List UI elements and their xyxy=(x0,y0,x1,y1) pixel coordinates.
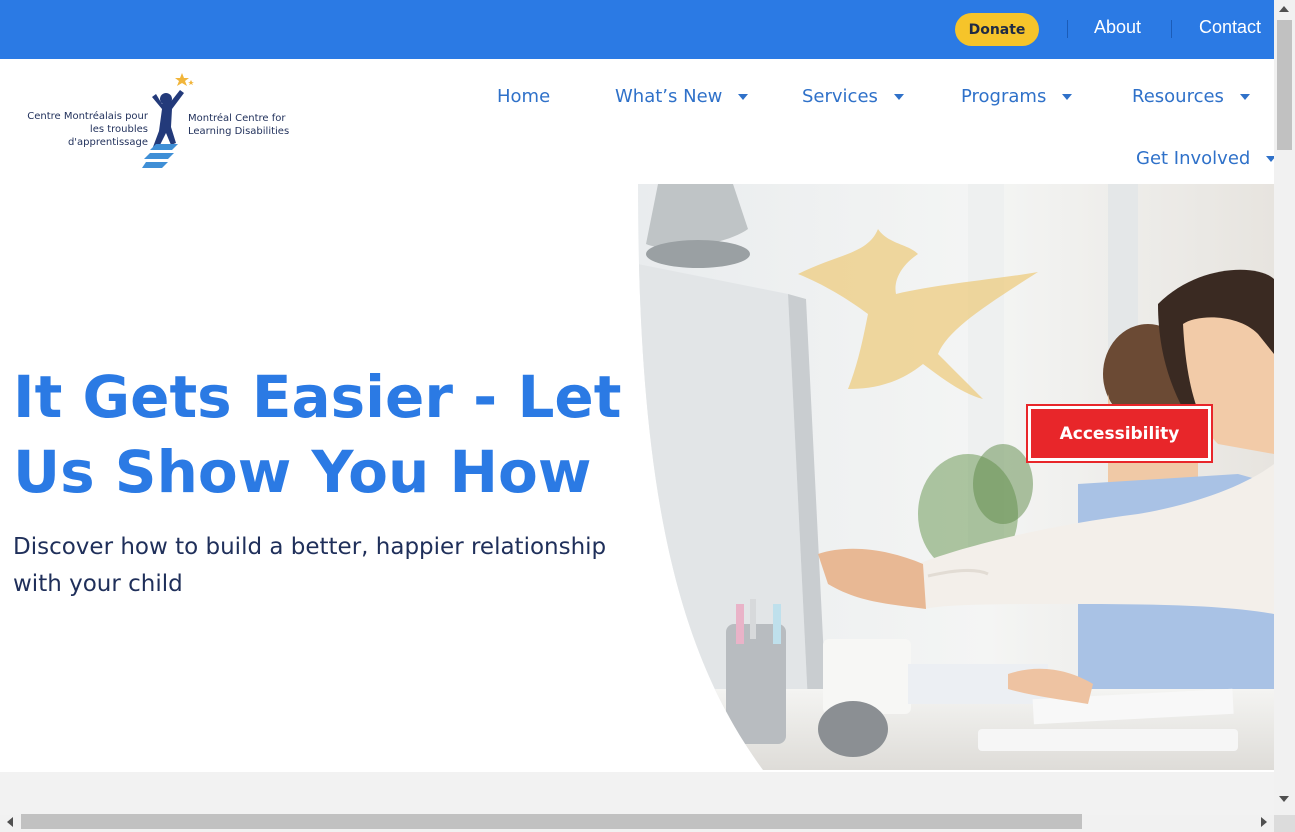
hero-photo-mother-child-computer xyxy=(638,184,1274,770)
nav-whats-new-label: What’s New xyxy=(615,86,723,107)
nav-programs-label: Programs xyxy=(961,86,1047,107)
hero-title: It Gets Easier - Let Us Show You How xyxy=(13,360,633,510)
caret-down-icon xyxy=(1266,155,1274,162)
caret-down-icon xyxy=(1062,93,1073,100)
site-header: Centre Montréalais pour les troubles d'a… xyxy=(0,59,1274,184)
scroll-left-arrow-icon[interactable] xyxy=(7,817,13,827)
donate-button[interactable]: Donate xyxy=(955,13,1039,46)
logo-en-line2: Learning Disabilities xyxy=(188,126,290,137)
hero-subtitle: Discover how to build a better, happier … xyxy=(13,529,653,603)
caret-down-icon xyxy=(1239,93,1250,100)
hero-subtitle-line1: Discover how to build a better, happier … xyxy=(13,534,607,560)
scroll-up-arrow-icon[interactable] xyxy=(1279,6,1289,12)
logo-fr-line1: Centre Montréalais pour xyxy=(27,111,148,122)
contact-link[interactable]: Contact xyxy=(1199,17,1261,38)
site-logo[interactable]: Centre Montréalais pour les troubles d'a… xyxy=(10,69,310,174)
nav-get-involved-label: Get Involved xyxy=(1136,148,1251,169)
scrollbar-corner xyxy=(1274,815,1295,832)
hero-section: It Gets Easier - Let Us Show You How Dis… xyxy=(0,184,1274,772)
nav-services[interactable]: Services xyxy=(802,86,904,107)
vertical-scrollbar-thumb[interactable] xyxy=(1277,20,1292,150)
logo-english-text: Montréal Centre for Learning Disabilitie… xyxy=(188,112,318,138)
divider xyxy=(1067,20,1068,38)
caret-down-icon xyxy=(893,93,904,100)
horizontal-scrollbar-thumb[interactable] xyxy=(21,814,1082,829)
nav-whats-new[interactable]: What’s New xyxy=(615,86,749,107)
nav-home-label: Home xyxy=(497,86,551,107)
nav-resources-label: Resources xyxy=(1132,86,1224,107)
logo-en-line1: Montréal Centre for xyxy=(188,113,286,124)
nav-services-label: Services xyxy=(802,86,878,107)
logo-french-text: Centre Montréalais pour les troubles d'a… xyxy=(12,110,148,149)
nav-resources[interactable]: Resources xyxy=(1132,86,1250,107)
nav-programs[interactable]: Programs xyxy=(961,86,1073,107)
hero-title-line1: It Gets Easier - Let xyxy=(13,363,622,431)
nav-home[interactable]: Home xyxy=(497,86,550,107)
logo-fr-line2: les troubles d'apprentissage xyxy=(67,124,148,148)
scroll-down-arrow-icon[interactable] xyxy=(1279,796,1289,802)
hero-subtitle-line2: with your child xyxy=(13,571,183,597)
next-section-band xyxy=(0,772,1274,815)
about-link[interactable]: About xyxy=(1094,17,1141,38)
divider xyxy=(1171,20,1172,38)
nav-get-involved[interactable]: Get Involved xyxy=(1136,148,1274,169)
top-utility-bar: Donate About Contact xyxy=(0,0,1274,59)
page-viewport: Donate About Contact Centre Montréalais … xyxy=(0,0,1274,815)
scroll-right-arrow-icon[interactable] xyxy=(1261,817,1267,827)
caret-down-icon xyxy=(738,93,749,100)
accessibility-button[interactable]: Accessibility xyxy=(1026,404,1213,463)
hero-title-line2: Us Show You How xyxy=(13,438,592,506)
